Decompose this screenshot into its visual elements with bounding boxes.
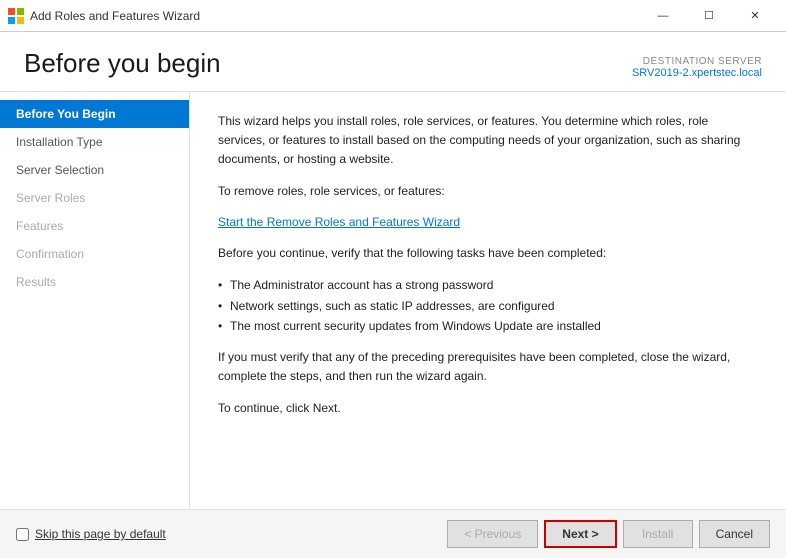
footer-buttons: < Previous Next > Install Cancel xyxy=(447,520,770,548)
verify-paragraph: If you must verify that any of the prece… xyxy=(218,348,758,386)
prerequisites-list: The Administrator account has a strong p… xyxy=(218,275,758,336)
page-title: Before you begin xyxy=(24,48,221,79)
wizard-container: Before you begin DESTINATION SERVER SRV2… xyxy=(0,32,786,558)
continue-paragraph: To continue, click Next. xyxy=(218,399,758,418)
sidebar-item-before-you-begin[interactable]: Before You Begin xyxy=(0,100,189,128)
previous-button[interactable]: < Previous xyxy=(447,520,538,548)
tasks-paragraph: Before you continue, verify that the fol… xyxy=(218,244,758,263)
skip-label[interactable]: Skip this page by default xyxy=(35,527,166,541)
cancel-button[interactable]: Cancel xyxy=(699,520,770,548)
remove-link[interactable]: Start the Remove Roles and Features Wiza… xyxy=(218,215,460,229)
wizard-footer: Skip this page by default < Previous Nex… xyxy=(0,509,786,558)
server-name: SRV2019-2.xpertstec.local xyxy=(632,67,762,79)
content-area: This wizard helps you install roles, rol… xyxy=(190,92,786,509)
app-icon xyxy=(8,8,24,24)
sidebar-item-installation-type[interactable]: Installation Type xyxy=(0,128,189,156)
window-controls: — ☐ ✕ xyxy=(640,0,778,32)
sidebar-item-server-roles: Server Roles xyxy=(0,184,189,212)
close-button[interactable]: ✕ xyxy=(732,0,778,32)
next-button[interactable]: Next > xyxy=(544,520,616,548)
skip-checkbox-wrap: Skip this page by default xyxy=(16,527,166,541)
sidebar-item-server-selection[interactable]: Server Selection xyxy=(0,156,189,184)
list-item: The most current security updates from W… xyxy=(218,316,758,336)
minimize-button[interactable]: — xyxy=(640,0,686,32)
destination-label: DESTINATION SERVER xyxy=(632,56,762,67)
intro-paragraph: This wizard helps you install roles, rol… xyxy=(218,112,758,170)
list-item: The Administrator account has a strong p… xyxy=(218,275,758,295)
sidebar-item-features: Features xyxy=(0,212,189,240)
footer-left: Skip this page by default xyxy=(16,527,166,541)
maximize-button[interactable]: ☐ xyxy=(686,0,732,32)
remove-label: To remove roles, role services, or featu… xyxy=(218,182,758,201)
install-button[interactable]: Install xyxy=(623,520,693,548)
wizard-header: Before you begin DESTINATION SERVER SRV2… xyxy=(0,32,786,92)
title-bar-left: Add Roles and Features Wizard xyxy=(8,8,200,24)
wizard-body: Before You Begin Installation Type Serve… xyxy=(0,92,786,509)
destination-server-info: DESTINATION SERVER SRV2019-2.xpertstec.l… xyxy=(632,56,762,79)
list-item: Network settings, such as static IP addr… xyxy=(218,296,758,316)
sidebar-item-results: Results xyxy=(0,268,189,296)
sidebar: Before You Begin Installation Type Serve… xyxy=(0,92,190,509)
sidebar-item-confirmation: Confirmation xyxy=(0,240,189,268)
window-title: Add Roles and Features Wizard xyxy=(30,9,200,23)
skip-checkbox[interactable] xyxy=(16,528,29,541)
title-bar: Add Roles and Features Wizard — ☐ ✕ xyxy=(0,0,786,32)
